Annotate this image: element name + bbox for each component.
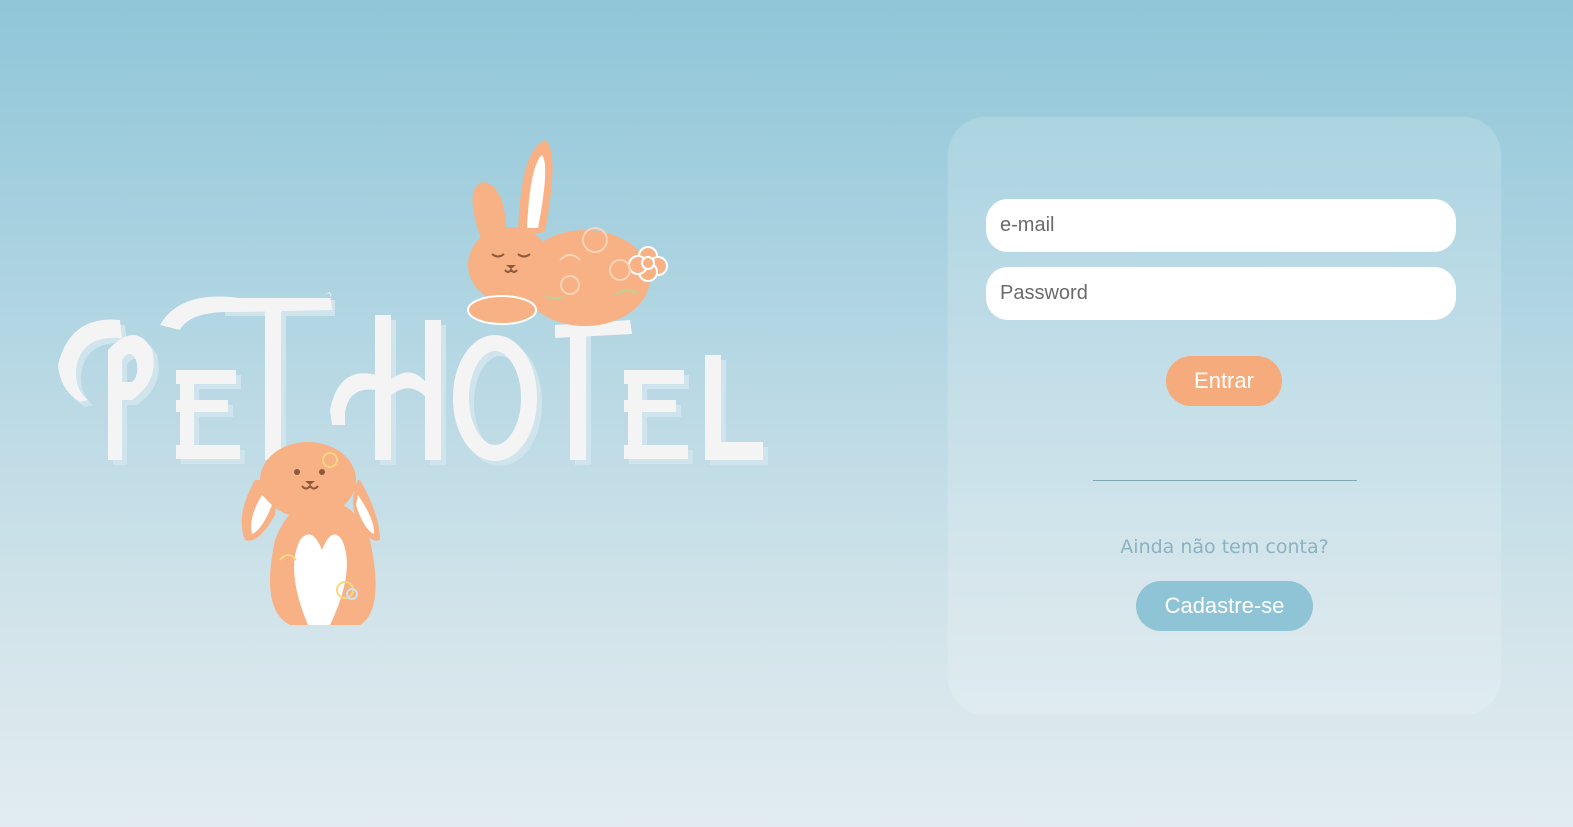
login-button[interactable]: Entrar xyxy=(1166,356,1282,406)
password-field[interactable] xyxy=(986,267,1456,320)
email-field[interactable] xyxy=(986,199,1456,252)
login-card: Entrar Ainda não tem conta? Cadastre-se xyxy=(948,117,1501,715)
pet-hotel-logo xyxy=(40,120,800,650)
signup-prompt: Ainda não tem conta? xyxy=(1120,536,1329,558)
sleeping-bunny-icon xyxy=(467,140,668,326)
signup-button[interactable]: Cadastre-se xyxy=(1136,581,1313,631)
divider xyxy=(1093,480,1357,481)
sitting-bunny-icon xyxy=(241,442,380,625)
